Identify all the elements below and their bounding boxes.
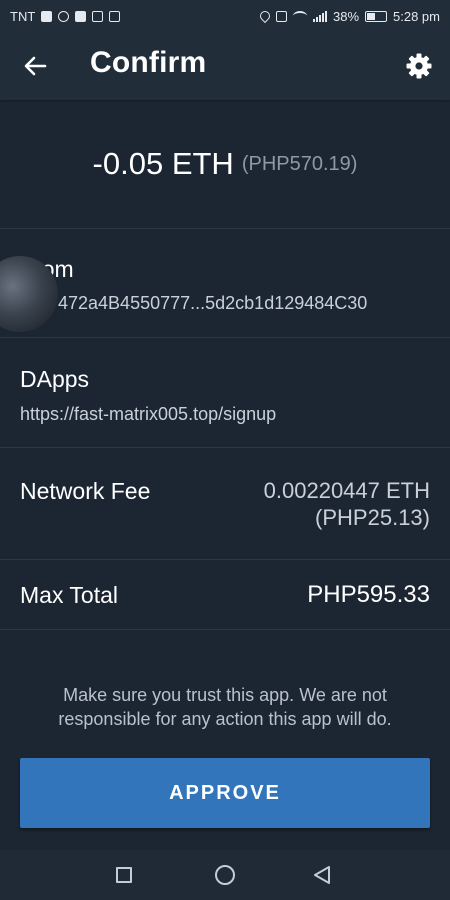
facebook-icon [75, 10, 87, 22]
page-title: Confirm [90, 46, 207, 79]
arrow-left-icon [24, 56, 47, 76]
recent-apps-icon[interactable] [116, 867, 132, 883]
settings-button[interactable] [402, 50, 436, 82]
from-address: 472a4B4550777...5d2cb1d129484C30 [58, 293, 368, 313]
home-icon[interactable] [215, 865, 235, 885]
amount-section: -0.05 ETH (PHP570.19) [0, 100, 450, 229]
vibrate-icon [275, 10, 287, 22]
dapps-row: DApps https://fast-matrix005.top/signup [0, 338, 450, 448]
network-fee-value: 0.00220447 ETH (PHP25.13) [264, 477, 430, 531]
network-fee-label: Network Fee [20, 478, 151, 504]
location-icon [257, 8, 273, 24]
max-total-value: PHP595.33 [307, 581, 430, 608]
network-fee-row: Network Fee 0.00220447 ETH (PHP25.13) [0, 448, 450, 560]
max-total-label: Max Total [20, 582, 119, 608]
trust-warning: Make sure you trust this app. We are not… [58, 685, 392, 729]
status-left: TNT [10, 8, 121, 24]
carrier-label: TNT [10, 8, 36, 24]
network-fee-fiat: (PHP25.13) [315, 505, 430, 530]
back-button[interactable] [18, 50, 52, 82]
signal-icon [312, 10, 327, 22]
shield-icon [109, 10, 121, 22]
image-icon [92, 10, 104, 22]
battery-icon [365, 10, 388, 22]
amount-value: -0.05 ETH [92, 146, 234, 181]
from-row: From 472a4B4550777...5d2cb1d129484C30 [0, 228, 450, 338]
amount-fiat: (PHP570.19) [241, 152, 358, 175]
nav-back-icon[interactable] [312, 865, 332, 885]
approve-button[interactable]: APPROVE [20, 758, 430, 828]
dapps-label: DApps [20, 366, 90, 392]
battery-percent: 38% [332, 8, 360, 24]
gear-icon [406, 53, 432, 79]
max-total-row: Max Total PHP595.33 [0, 560, 450, 630]
clock: 5:28 pm [393, 8, 440, 24]
messenger-icon [58, 10, 70, 22]
status-bar: TNT 38% 5:28 pm [0, 0, 450, 32]
system-nav-bar [0, 850, 450, 900]
status-right: 38% 5:28 pm [257, 8, 440, 24]
app-bar: Confirm [0, 32, 450, 100]
dapps-url: https://fast-matrix005.top/signup [20, 404, 277, 424]
network-fee-crypto: 0.00220447 ETH [263, 478, 430, 503]
wifi-icon [292, 11, 307, 21]
app-notification-icon [41, 10, 53, 22]
